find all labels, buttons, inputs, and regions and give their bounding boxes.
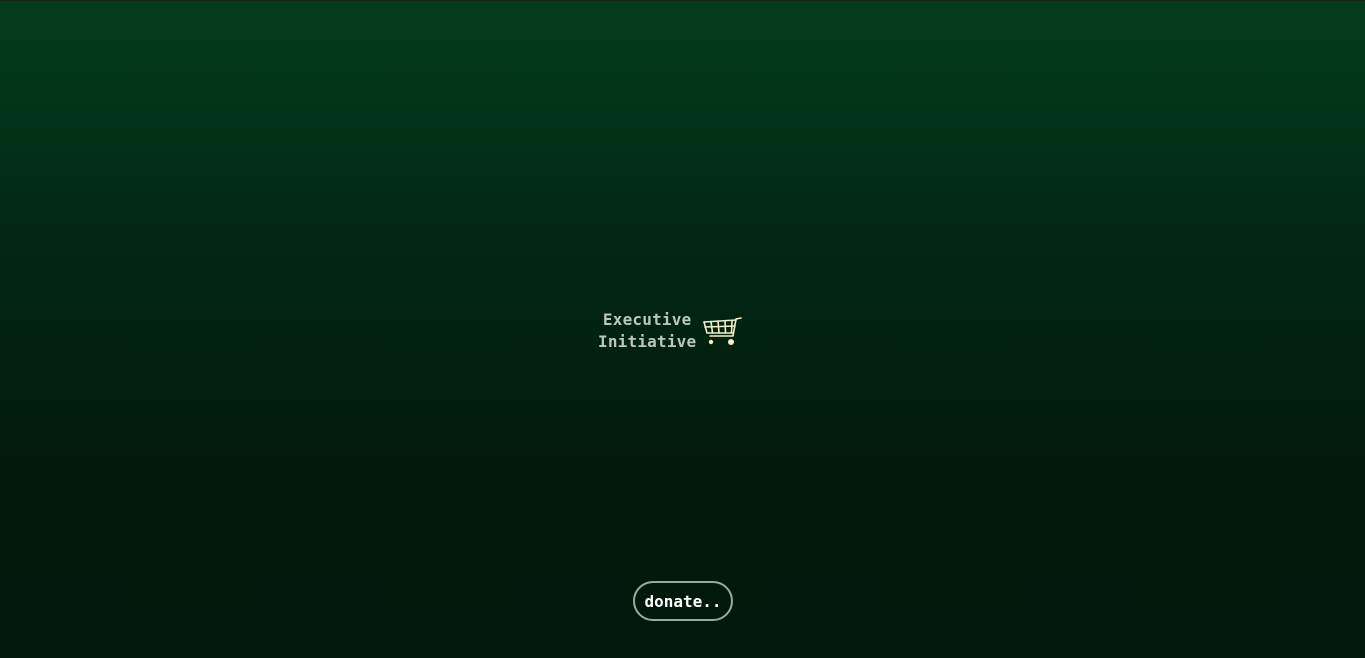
- shopping-cart-icon: [703, 317, 743, 345]
- top-border: [0, 0, 1365, 1]
- logo-text: Executive Initiative: [598, 309, 696, 353]
- site-logo[interactable]: Executive Initiative: [598, 309, 743, 353]
- logo-line-1: Executive: [602, 310, 692, 329]
- donate-button[interactable]: donate..: [633, 581, 733, 621]
- logo-line-2: Initiative: [598, 332, 697, 351]
